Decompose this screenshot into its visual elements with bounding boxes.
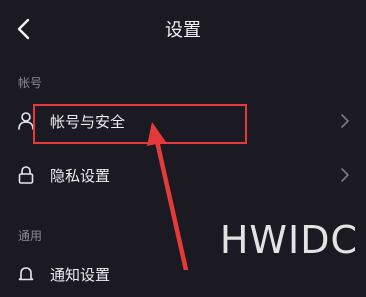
section-label-general: 通用 (18, 229, 43, 243)
row-label: 通知设置 (50, 266, 111, 284)
page-title: 设置 (165, 20, 201, 41)
watermark: HWIDC (219, 218, 358, 262)
lock-icon (18, 166, 34, 184)
chevron-right-icon (341, 114, 349, 128)
top-bar: 设置 (0, 0, 366, 58)
row-privacy-settings[interactable]: 隐私设置 (0, 152, 366, 198)
chevron-right-icon (341, 168, 349, 182)
highlight-box (33, 104, 247, 144)
bell-icon (18, 267, 34, 281)
row-label: 隐私设置 (50, 167, 111, 185)
section-label-account: 帐号 (18, 76, 43, 90)
